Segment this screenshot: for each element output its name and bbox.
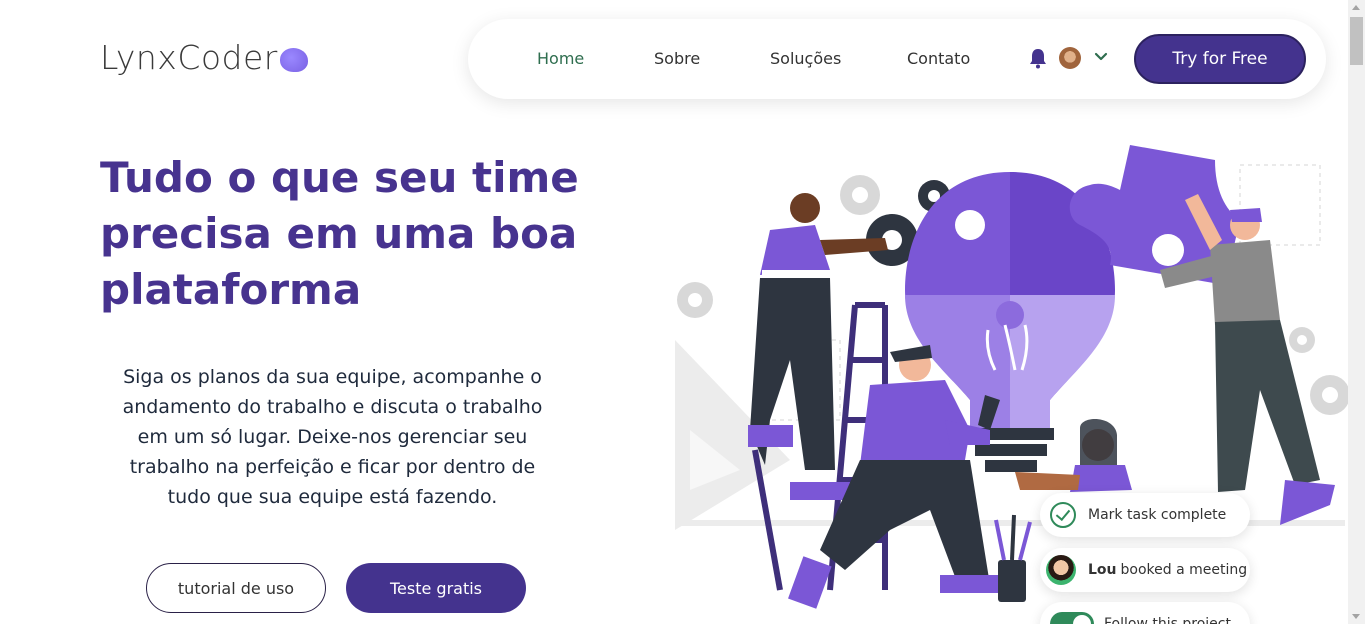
nav-item-home[interactable]: Home: [537, 49, 584, 68]
user-avatar[interactable]: [1059, 47, 1081, 69]
meeting-person-name: Lou: [1088, 562, 1117, 578]
hero-title: Tudo o que seu time precisa em uma boa p…: [100, 153, 579, 314]
mark-task-label: Mark task complete: [1088, 507, 1227, 523]
free-trial-button[interactable]: Teste gratis: [346, 563, 526, 613]
scroll-thumb[interactable]: [1350, 17, 1363, 65]
page-scrollbar[interactable]: [1348, 0, 1365, 624]
brand-name: LynxCoder: [100, 38, 278, 77]
scroll-down-arrow-icon[interactable]: [1352, 614, 1360, 619]
bell-icon[interactable]: [1028, 47, 1048, 69]
lou-avatar: [1046, 555, 1076, 585]
tutorial-button[interactable]: tutorial de uso: [146, 563, 326, 613]
teamwork-illustration: [675, 145, 1350, 609]
paint-cup: [994, 514, 1032, 602]
top-navbar: Home Sobre Soluções Contato Try for Free: [468, 19, 1326, 99]
chevron-down-icon[interactable]: [1094, 52, 1108, 62]
nav-item-contato[interactable]: Contato: [907, 49, 970, 68]
logo-blob-icon: [279, 47, 308, 72]
mark-task-card[interactable]: Mark task complete: [1040, 493, 1250, 537]
nav-item-solucoes[interactable]: Soluções: [770, 49, 841, 68]
meeting-text: booked a meeting: [1120, 562, 1248, 578]
follow-project-label: Follow this project: [1104, 616, 1231, 624]
scroll-up-arrow-icon[interactable]: [1352, 5, 1360, 10]
brand-logo[interactable]: LynxCoder: [100, 38, 308, 77]
follow-toggle[interactable]: [1050, 612, 1094, 624]
try-for-free-button[interactable]: Try for Free: [1134, 34, 1306, 84]
hero-description: Siga os planos da sua equipe, acompanhe …: [122, 366, 543, 508]
landing-page: LynxCoder Home Sobre Soluções Contato Tr…: [0, 0, 1365, 624]
follow-project-card[interactable]: Follow this project: [1040, 602, 1250, 624]
meeting-card[interactable]: Lou booked a meeting: [1040, 548, 1250, 592]
nav-item-sobre[interactable]: Sobre: [654, 49, 700, 68]
check-circle-icon: [1050, 502, 1076, 528]
